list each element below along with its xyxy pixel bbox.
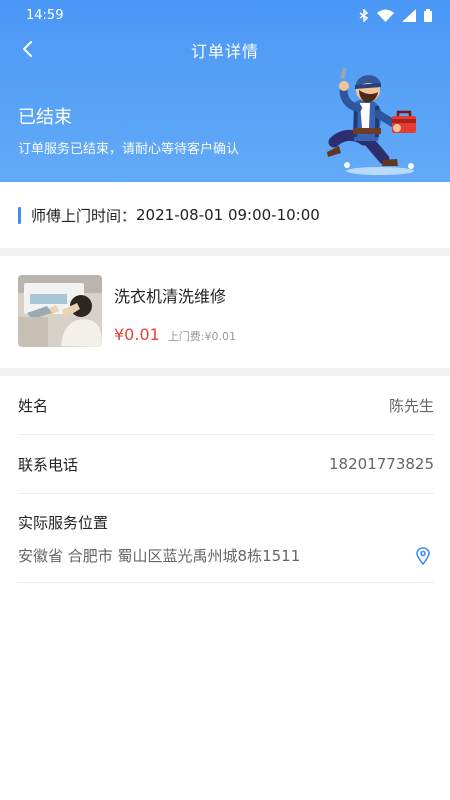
visit-time-row: 师傅上门时间： 2021-08-01 09:00-10:00 — [0, 182, 450, 248]
product-name: 洗衣机清洗维修 — [114, 287, 227, 306]
service-address-line: 安徽省 合肥市 蜀山区蓝光禹州城8栋1511 — [18, 545, 434, 566]
section-divider — [0, 368, 450, 376]
back-button[interactable] — [14, 35, 42, 63]
order-status-title: 已结束 — [18, 107, 72, 128]
battery-icon — [424, 8, 432, 22]
repairman-illustration — [327, 68, 416, 175]
section-divider — [0, 248, 450, 256]
product-info: 洗衣机清洗维修 ¥0.01 上门费:¥0.01 — [114, 275, 236, 344]
page-title: 订单详情 — [190, 42, 259, 61]
customer-phone-value[interactable]: 18201773825 — [329, 455, 434, 473]
visit-fee-label: 上门费: — [167, 330, 205, 343]
customer-name-label: 姓名 — [18, 396, 49, 415]
location-pin-icon[interactable] — [414, 546, 432, 565]
product-thumbnail — [18, 275, 102, 347]
chevron-left-icon — [23, 41, 32, 57]
wifi-icon — [377, 9, 394, 22]
service-address-row: 实际服务位置 安徽省 合肥市 蜀山区蓝光禹州城8栋1511 — [18, 494, 434, 583]
visit-time-label: 师傅上门时间： — [31, 206, 137, 225]
customer-name-row: 姓名 陈先生 — [18, 376, 434, 435]
order-status-header: 14:59 订单详情 已结束 订单服务已结束，请耐心等待客户确认 — [0, 0, 450, 182]
status-bar: 14:59 — [0, 0, 450, 30]
visit-fee-value: ¥0.01 — [204, 330, 237, 343]
status-time: 14:59 — [26, 7, 64, 23]
section-accent-bar — [18, 206, 21, 224]
product-price: ¥0.01 — [114, 325, 160, 344]
bluetooth-icon — [359, 8, 369, 22]
signal-icon — [402, 8, 416, 22]
customer-phone-row[interactable]: 联系电话 18201773825 — [18, 435, 434, 494]
visit-fee: 上门费:¥0.01 — [168, 328, 236, 344]
service-product-card[interactable]: 洗衣机清洗维修 ¥0.01 上门费:¥0.01 — [0, 256, 450, 368]
customer-info: 姓名 陈先生 联系电话 18201773825 实际服务位置 安徽省 合肥市 蜀… — [0, 376, 450, 583]
visit-time-value: 2021-08-01 09:00-10:00 — [136, 206, 320, 224]
status-icons — [359, 8, 432, 22]
customer-phone-label: 联系电话 — [18, 455, 79, 474]
price-line: ¥0.01 上门费:¥0.01 — [114, 325, 236, 344]
customer-name-value: 陈先生 — [388, 396, 434, 415]
service-address-label: 实际服务位置 — [18, 514, 109, 532]
navigation-bar: 订单详情 — [0, 32, 450, 68]
service-address-value: 安徽省 合肥市 蜀山区蓝光禹州城8栋1511 — [18, 547, 301, 565]
order-status-description: 订单服务已结束，请耐心等待客户确认 — [18, 142, 240, 157]
